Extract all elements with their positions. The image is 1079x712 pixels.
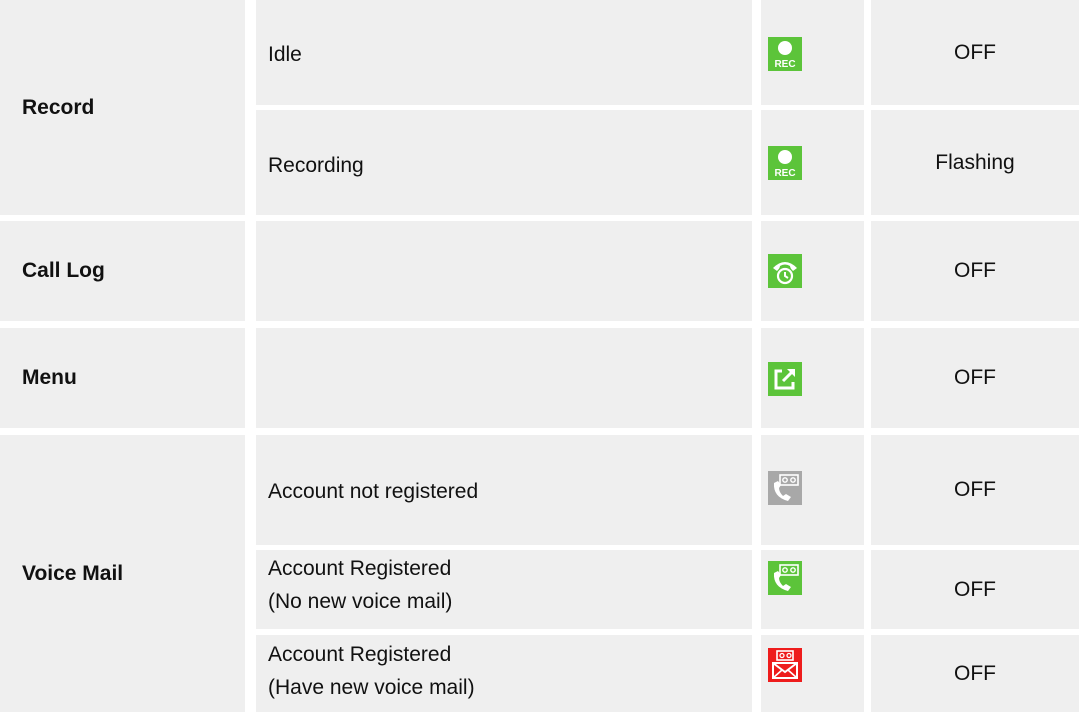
icon-cell [761,328,864,428]
icon-cell: REC [761,110,864,215]
svg-text:REC: REC [774,168,795,179]
condition-cell: Account not registered [256,435,752,545]
category-label: Record [22,95,95,119]
led-cell: OFF [871,0,1079,105]
status-table: Record Idle REC OFF Recording REC Flashi… [0,0,1079,712]
category-cell-menu: Menu [0,328,245,428]
led-cell: Flashing [871,110,1079,215]
led-status: OFF [954,478,996,501]
led-cell: OFF [871,550,1079,629]
rec-icon: REC [768,146,802,180]
led-status: OFF [954,259,996,282]
condition-label-line2: (No new voice mail) [268,590,453,613]
category-cell-voice-mail: Voice Mail [0,435,245,712]
led-status: Flashing [935,150,1015,174]
voicemail-gray-icon [768,471,802,505]
category-label: Menu [22,366,77,389]
svg-text:REC: REC [774,59,795,70]
condition-cell: Account Registered (No new voice mail) [256,550,752,629]
category-label: Call Log [22,259,105,282]
led-cell: OFF [871,328,1079,428]
category-cell-record: Record [0,0,245,215]
icon-cell: REC [761,0,864,105]
condition-label-line1: Account Registered [268,643,452,666]
icon-cell [761,550,864,629]
led-status: OFF [954,577,996,601]
condition-cell [256,221,752,321]
voicemail-red-icon [768,648,802,682]
led-status: OFF [954,366,996,389]
condition-label-line2: (Have new voice mail) [268,676,475,699]
led-status: OFF [954,661,996,685]
led-cell: OFF [871,435,1079,545]
led-cell: OFF [871,635,1079,712]
condition-label: Recording [268,154,364,177]
icon-cell [761,635,864,712]
condition-cell: Account Registered (Have new voice mail) [256,635,752,712]
condition-label: Account not registered [268,480,479,503]
icon-cell [761,435,864,545]
condition-cell [256,328,752,428]
call-log-icon [768,254,802,288]
led-cell: OFF [871,221,1079,321]
condition-cell: Recording [256,110,752,215]
category-label: Voice Mail [22,561,124,585]
voicemail-green-icon [768,561,802,595]
led-status: OFF [954,40,996,64]
condition-label: Idle [268,43,302,66]
menu-icon [768,362,802,396]
rec-icon: REC [768,37,802,71]
condition-label-line1: Account Registered [268,557,452,580]
icon-cell [761,221,864,321]
condition-cell: Idle [256,0,752,105]
category-cell-call-log: Call Log [0,221,245,321]
